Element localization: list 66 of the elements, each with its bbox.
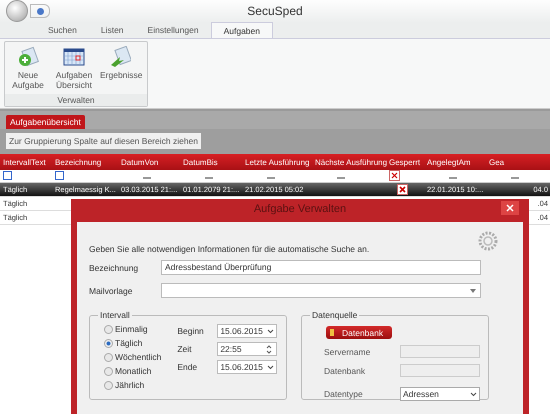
name-input-field[interactable]: Adressbestand Überprüfung: [161, 260, 481, 275]
field-label: Zeit: [177, 344, 192, 354]
radio-option[interactable]: Jährlich: [104, 380, 162, 390]
column-header[interactable]: Nächste Ausführung: [312, 158, 386, 166]
radio-option[interactable]: Einmalig: [104, 324, 162, 334]
column-header[interactable]: IntervallText: [0, 158, 52, 166]
dropdown-arrow-icon[interactable]: [470, 289, 476, 293]
instruction-text: Geben Sie alle notwendigen Informationen für die automatische Suche an.: [89, 244, 370, 254]
ribbon-tab[interactable]: Aufgaben: [210, 22, 273, 38]
checkbox-filter-icon[interactable]: [389, 170, 400, 181]
date-picker[interactable]: 15.06.2015: [217, 360, 278, 374]
field-label: Bezeichnung: [89, 262, 140, 272]
column-header[interactable]: Gesperrt: [386, 158, 424, 166]
ribbon-tab[interactable]: Einstellungen: [136, 22, 211, 38]
radio-option[interactable]: Wöchentlich: [104, 352, 162, 362]
radio-button-icon[interactable]: [104, 380, 113, 390]
radio-button-icon[interactable]: [104, 352, 113, 362]
document-tab[interactable]: Aufgabenübersicht: [6, 115, 85, 129]
arrow-document-icon: [109, 46, 131, 68]
close-icon[interactable]: [506, 204, 514, 212]
groupbox-title: Intervall: [99, 310, 131, 320]
field-label: Datentype: [324, 389, 364, 399]
column-header[interactable]: Bezeichnung: [52, 158, 118, 166]
help-icon[interactable]: [30, 4, 50, 18]
field-label: Beginn: [177, 326, 205, 336]
database-button[interactable]: Datenbank: [326, 326, 392, 339]
ribbon-tab[interactable]: Listen: [88, 22, 136, 38]
field-label: Mailvorlage: [89, 286, 134, 296]
field-label: Servername: [324, 346, 372, 356]
radio-button-icon[interactable]: [104, 324, 113, 334]
text-filter-icon[interactable]: [55, 170, 64, 180]
group-label: Verwalten: [5, 94, 147, 106]
date-picker[interactable]: 15.06.2015: [217, 324, 278, 338]
ribbon-button[interactable]: Aufgaben Übersicht: [54, 46, 94, 94]
calendar-icon: [63, 46, 85, 68]
field-label: Ende: [177, 362, 198, 372]
ribbon-button[interactable]: Ergebnisse: [100, 46, 140, 94]
chevron-down-icon[interactable]: [267, 364, 274, 370]
column-header[interactable]: DatumBis: [180, 158, 242, 166]
server-input-field[interactable]: [400, 345, 480, 358]
time-spinner[interactable]: 22:55: [217, 342, 278, 356]
template-dropdown[interactable]: [161, 283, 481, 298]
gear-icon: [477, 230, 499, 252]
group-by-panel: Zur Gruppierung Spalte auf diesen Bereich ziehen: [6, 133, 202, 149]
close-button[interactable]: [501, 201, 519, 215]
column-header[interactable]: Letzte Ausführung: [242, 158, 312, 166]
chevron-down-icon[interactable]: [470, 392, 477, 396]
dialog-title: Aufgabe Verwalten: [254, 203, 346, 215]
database-input-field[interactable]: [400, 364, 480, 377]
radio-option[interactable]: Monatlich: [104, 366, 162, 376]
field-label: Datenbank: [324, 366, 366, 376]
radio-button-icon[interactable]: [104, 338, 113, 348]
radio-button-icon[interactable]: [104, 366, 113, 376]
column-header[interactable]: AngelegtAm: [424, 158, 486, 166]
application-orb[interactable]: [6, 0, 28, 22]
column-header[interactable]: Gea: [486, 158, 550, 166]
text-filter-icon[interactable]: [3, 170, 12, 180]
groupbox-title: Datenquelle: [311, 310, 358, 320]
window-title: SecuSped: [246, 4, 304, 18]
radio-option[interactable]: Täglich: [104, 338, 162, 348]
add-document-icon: [17, 46, 39, 68]
data-type-dropdown[interactable]: Adressen: [400, 387, 480, 401]
ribbon-button[interactable]: Neue Aufgabe: [8, 46, 48, 94]
chevron-down-icon[interactable]: [267, 328, 274, 334]
column-header[interactable]: DatumVon: [118, 158, 180, 166]
ribbon-tab[interactable]: Suchen: [36, 22, 89, 38]
